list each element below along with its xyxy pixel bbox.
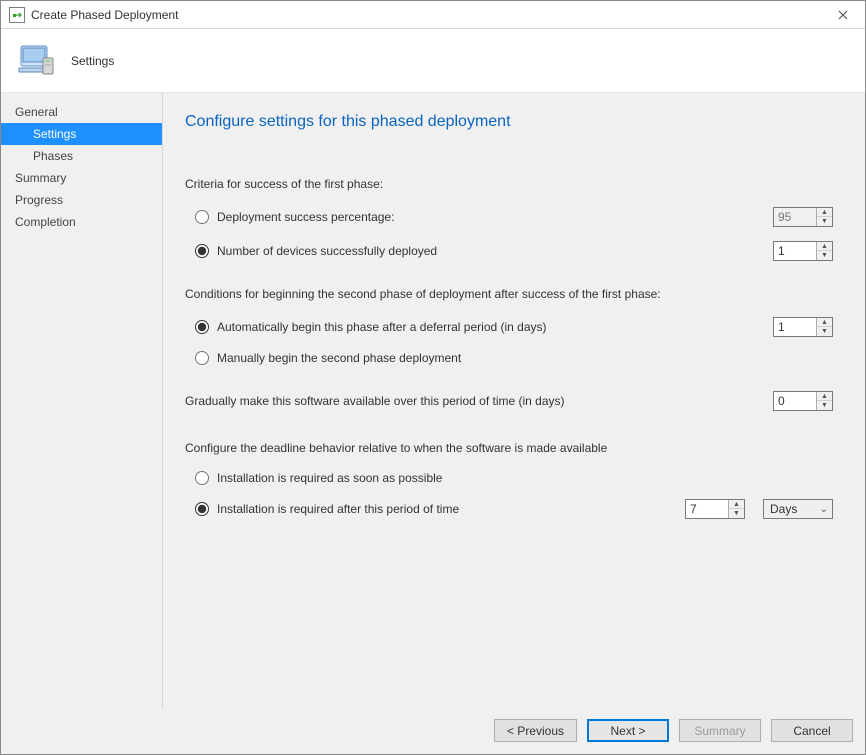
chevron-down-icon[interactable]: ▼ (817, 217, 832, 226)
page-title: Configure settings for this phased deplo… (185, 113, 833, 131)
conditions-manual-label: Manually begin the second phase deployme… (217, 351, 833, 365)
deadline-label: Configure the deadline behavior relative… (185, 441, 833, 455)
cancel-button[interactable]: Cancel (771, 719, 853, 742)
deadline-value-input[interactable] (686, 500, 728, 518)
computer-icon (15, 40, 57, 82)
chevron-down-icon[interactable]: ▼ (817, 327, 832, 336)
sidebar-item-summary[interactable]: Summary (1, 167, 162, 189)
criteria-percent-label: Deployment success percentage: (217, 210, 765, 224)
criteria-percent-radio[interactable] (195, 210, 209, 224)
sidebar-item-progress[interactable]: Progress (1, 189, 162, 211)
window-title: Create Phased Deployment (31, 8, 178, 22)
chevron-up-icon[interactable]: ▲ (817, 318, 832, 327)
gradual-spinner[interactable]: ▲ ▼ (773, 391, 833, 411)
wizard-body: General Settings Phases Summary Progress… (1, 93, 865, 709)
close-icon (838, 10, 848, 20)
conditions-auto-radio[interactable] (195, 320, 209, 334)
deadline-after-row: Installation is required after this peri… (195, 499, 833, 519)
header-label: Settings (71, 54, 114, 68)
spinner-arrows[interactable]: ▲ ▼ (816, 318, 832, 336)
sidebar-item-completion[interactable]: Completion (1, 211, 162, 233)
chevron-down-icon[interactable]: ▼ (729, 509, 744, 518)
deadline-after-label: Installation is required after this peri… (217, 502, 677, 516)
titlebar: Create Phased Deployment (1, 1, 865, 29)
wizard-content: Configure settings for this phased deplo… (163, 93, 865, 709)
criteria-devices-spinner[interactable]: ▲ ▼ (773, 241, 833, 261)
chevron-down-icon[interactable]: ▼ (817, 251, 832, 260)
wizard-sidebar: General Settings Phases Summary Progress… (1, 93, 163, 709)
conditions-days-spinner[interactable]: ▲ ▼ (773, 317, 833, 337)
criteria-devices-radio[interactable] (195, 244, 209, 258)
criteria-devices-label: Number of devices successfully deployed (217, 244, 765, 258)
sidebar-item-settings[interactable]: Settings (1, 123, 162, 145)
wizard-header: Settings (1, 29, 865, 93)
spinner-arrows[interactable]: ▲ ▼ (816, 208, 832, 226)
chevron-down-icon[interactable]: ▼ (817, 401, 832, 410)
chevron-up-icon[interactable]: ▲ (729, 500, 744, 509)
wizard-footer: < Previous Next > Summary Cancel (1, 709, 865, 754)
conditions-manual-row: Manually begin the second phase deployme… (195, 351, 833, 365)
deadline-group: Configure the deadline behavior relative… (185, 441, 833, 519)
sidebar-item-phases[interactable]: Phases (1, 145, 162, 167)
deadline-unit-dropdown[interactable]: Days ⌄ (763, 499, 833, 519)
criteria-group: Criteria for success of the first phase:… (185, 177, 833, 261)
conditions-label: Conditions for beginning the second phas… (185, 287, 833, 301)
criteria-label: Criteria for success of the first phase: (185, 177, 833, 191)
deadline-unit-value: Days (770, 502, 797, 516)
criteria-devices-input[interactable] (774, 242, 816, 260)
deadline-after-radio[interactable] (195, 502, 209, 516)
spinner-arrows[interactable]: ▲ ▼ (816, 242, 832, 260)
gradual-label: Gradually make this software available o… (185, 394, 773, 408)
chevron-up-icon[interactable]: ▲ (817, 392, 832, 401)
conditions-group: Conditions for beginning the second phas… (185, 287, 833, 365)
chevron-up-icon[interactable]: ▲ (817, 208, 832, 217)
previous-button[interactable]: < Previous (494, 719, 577, 742)
gradual-row: Gradually make this software available o… (185, 391, 833, 411)
app-icon (9, 7, 25, 23)
summary-button[interactable]: Summary (679, 719, 761, 742)
deadline-asap-radio[interactable] (195, 471, 209, 485)
next-button[interactable]: Next > (587, 719, 669, 742)
deadline-value-spinner[interactable]: ▲ ▼ (685, 499, 745, 519)
criteria-percent-spinner[interactable]: ▲ ▼ (773, 207, 833, 227)
deadline-asap-row: Installation is required as soon as poss… (195, 471, 833, 485)
conditions-auto-label: Automatically begin this phase after a d… (217, 320, 765, 334)
spinner-arrows[interactable]: ▲ ▼ (816, 392, 832, 410)
chevron-down-icon: ⌄ (820, 504, 828, 515)
conditions-days-input[interactable] (774, 318, 816, 336)
chevron-up-icon[interactable]: ▲ (817, 242, 832, 251)
spinner-arrows[interactable]: ▲ ▼ (728, 500, 744, 518)
sidebar-item-general[interactable]: General (1, 101, 162, 123)
gradual-input[interactable] (774, 392, 816, 410)
close-button[interactable] (821, 1, 865, 29)
criteria-percent-row: Deployment success percentage: ▲ ▼ (195, 207, 833, 227)
criteria-devices-row: Number of devices successfully deployed … (195, 241, 833, 261)
deadline-asap-label: Installation is required as soon as poss… (217, 471, 833, 485)
conditions-manual-radio[interactable] (195, 351, 209, 365)
wizard-window: Create Phased Deployment Settings Genera… (0, 0, 866, 755)
criteria-percent-input[interactable] (774, 208, 816, 226)
conditions-auto-row: Automatically begin this phase after a d… (195, 317, 833, 337)
